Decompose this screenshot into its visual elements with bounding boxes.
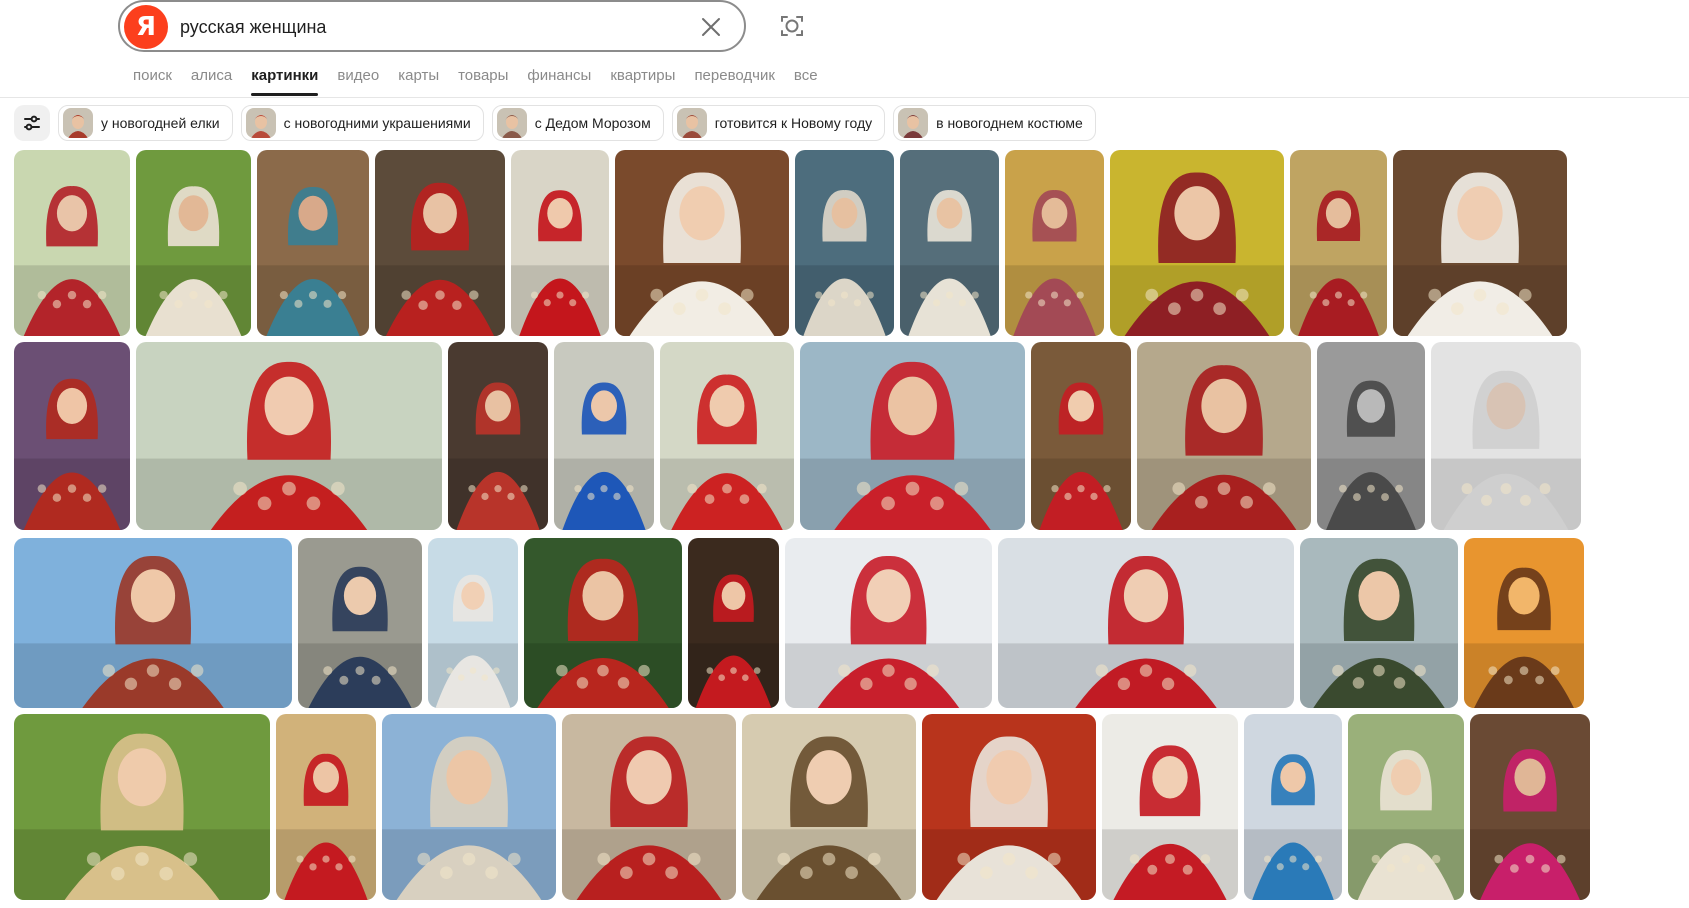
chip-thumbnail [496,108,527,138]
image-result[interactable] [14,342,130,530]
image-result[interactable] [562,714,736,900]
image-result[interactable] [14,538,292,708]
image-result[interactable] [428,538,518,708]
search-input[interactable] [180,14,660,40]
service-tab[interactable]: карты [388,66,448,96]
image-search-button[interactable] [774,9,810,43]
image-result[interactable] [554,342,654,530]
chip-label: в новогоднем костюме [936,115,1083,131]
service-tab[interactable]: алиса [181,66,241,96]
chip-label: с Дедом Морозом [534,115,651,131]
yandex-logo[interactable]: Я [124,5,168,49]
image-result[interactable] [615,150,789,336]
image-result[interactable] [1102,714,1238,900]
image-result[interactable] [1290,150,1387,336]
service-tab[interactable]: все [784,66,827,96]
filter-chips: у новогодней елки с новогодними украшения… [14,104,1096,142]
chip-label: готовится к Новому году [714,115,873,131]
chip-label: у новогодней елки [101,115,220,131]
image-result[interactable] [1431,342,1581,530]
service-tab[interactable]: квартиры [600,66,684,96]
suggestion-chip[interactable]: с Дедом Морозом [491,105,664,141]
header: Я поискалисакартинкивидеокартытоварыфина… [0,0,1689,98]
image-result[interactable] [998,538,1294,708]
image-result[interactable] [900,150,999,336]
service-tab[interactable]: переводчик [684,66,783,96]
image-result[interactable] [257,150,369,336]
image-result[interactable] [1348,714,1464,900]
image-result[interactable] [795,150,894,336]
image-result[interactable] [298,538,422,708]
chip-thumbnail [898,108,929,138]
image-result[interactable] [1464,538,1584,708]
image-result[interactable] [524,538,682,708]
image-result[interactable] [382,714,556,900]
image-row-2 [14,342,1581,530]
close-icon [702,18,720,36]
camera-lens-icon [781,16,803,36]
image-result[interactable] [1300,538,1458,708]
image-result[interactable] [922,714,1096,900]
suggestion-chip[interactable]: в новогоднем костюме [893,105,1096,141]
image-result[interactable] [785,538,992,708]
suggestion-chip[interactable]: с новогодними украшениями [240,105,484,141]
image-row-1 [14,150,1567,336]
image-result[interactable] [1137,342,1311,530]
services-nav: поиск алиса картинки видео карты товары финанс… [133,66,827,96]
chip-thumbnail [63,108,93,138]
chip-thumbnail [676,108,707,138]
chip-label: с новогодними украшениями [283,115,471,131]
image-result[interactable] [1110,150,1284,336]
image-result[interactable] [136,150,251,336]
suggestion-chip[interactable]: готовится к Новому году [671,105,886,141]
image-result[interactable] [14,714,270,900]
service-tab[interactable]: видео [327,66,388,96]
suggestion-chip[interactable]: у новогодней елки [58,105,233,141]
image-row-3 [14,538,1584,708]
image-result[interactable] [1244,714,1342,900]
image-result[interactable] [1317,342,1425,530]
service-tab[interactable]: финансы [517,66,600,96]
search-box[interactable]: Я [118,0,746,52]
service-tab[interactable]: поиск [133,66,181,96]
clear-search-button[interactable] [695,11,727,43]
image-result[interactable] [1470,714,1590,900]
service-tab[interactable]: товары [448,66,517,96]
image-result[interactable] [375,150,505,336]
image-result[interactable] [688,538,779,708]
image-result[interactable] [800,342,1025,530]
sliders-icon [24,115,40,131]
image-result[interactable] [1005,150,1104,336]
image-result[interactable] [660,342,794,530]
image-result[interactable] [1393,150,1567,336]
chip-thumbnail [245,108,276,138]
image-row-4 [14,714,1590,900]
image-result[interactable] [742,714,916,900]
image-result[interactable] [136,342,442,530]
image-result[interactable] [448,342,548,530]
image-result[interactable] [14,150,130,336]
image-result[interactable] [1031,342,1131,530]
filters-button[interactable] [14,105,50,141]
service-tab[interactable]: картинки [241,66,327,96]
image-result[interactable] [276,714,376,900]
image-results-grid [14,150,1689,908]
image-result[interactable] [511,150,609,336]
